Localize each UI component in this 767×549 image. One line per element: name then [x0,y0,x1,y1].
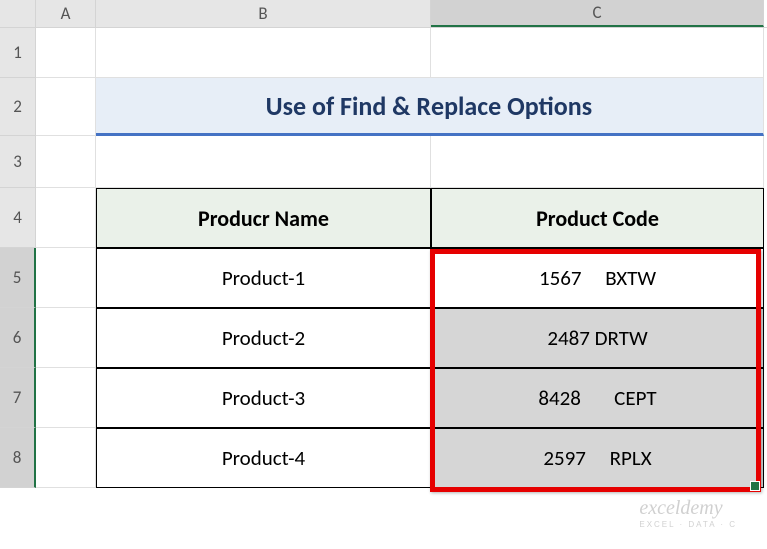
row-header-3[interactable]: 3 [0,136,36,188]
header-product-name[interactable]: Producr Name [96,188,431,248]
column-headers: A B C [0,0,767,28]
title-text-left: Use of Find & R [266,90,431,122]
cell-product-code-1[interactable]: 1567 BXTW [431,248,764,308]
cell-product-name-4[interactable]: Product-4 [96,428,431,488]
column-header-C[interactable]: C [431,0,764,27]
column-header-B[interactable]: B [96,0,431,27]
cell-A1[interactable] [36,28,96,78]
cell-grid: Use of Find & R eplace Options Producr N… [36,28,767,488]
cell-A5[interactable] [36,248,96,308]
cell-B1[interactable] [96,28,431,78]
cell-product-name-3[interactable]: Product-3 [96,368,431,428]
select-all-corner[interactable] [0,0,36,27]
row-header-7[interactable]: 7 [0,368,36,428]
cell-product-code-3[interactable]: 8428 CEPT [431,368,764,428]
cell-product-name-2[interactable]: Product-2 [96,308,431,368]
row-header-8[interactable]: 8 [0,428,36,488]
cell-C2[interactable]: eplace Options [431,78,764,136]
cell-A2[interactable] [36,78,96,136]
cell-A8[interactable] [36,428,96,488]
cell-product-name-1[interactable]: Product-1 [96,248,431,308]
watermark: exceldemy EXCEL · DATA · C [639,497,737,529]
cell-A4[interactable] [36,188,96,248]
spreadsheet: A B C 1 2 3 4 5 6 7 8 Use of Find & R [0,0,767,549]
watermark-brand: exceldemy [639,497,722,519]
cell-C3[interactable] [431,136,764,188]
row-header-6[interactable]: 6 [0,308,36,368]
cell-product-code-2[interactable]: 2487 DRTW [431,308,764,368]
row-header-2[interactable]: 2 [0,78,36,136]
header-product-code[interactable]: Product Code [431,188,764,248]
row-header-4[interactable]: 4 [0,188,36,248]
column-header-A[interactable]: A [36,0,96,27]
row-header-1[interactable]: 1 [0,28,36,78]
watermark-tag: EXCEL · DATA · C [639,520,737,529]
cell-A6[interactable] [36,308,96,368]
cell-C1[interactable] [431,28,764,78]
cell-product-code-4[interactable]: 2597 RPLX [431,428,764,488]
row-header-5[interactable]: 5 [0,248,36,308]
cell-B2[interactable]: Use of Find & R [96,78,431,136]
row-headers: 1 2 3 4 5 6 7 8 [0,28,36,488]
cell-A7[interactable] [36,368,96,428]
cell-B3[interactable] [96,136,431,188]
cell-A3[interactable] [36,136,96,188]
title-text-right: eplace Options [431,90,592,122]
